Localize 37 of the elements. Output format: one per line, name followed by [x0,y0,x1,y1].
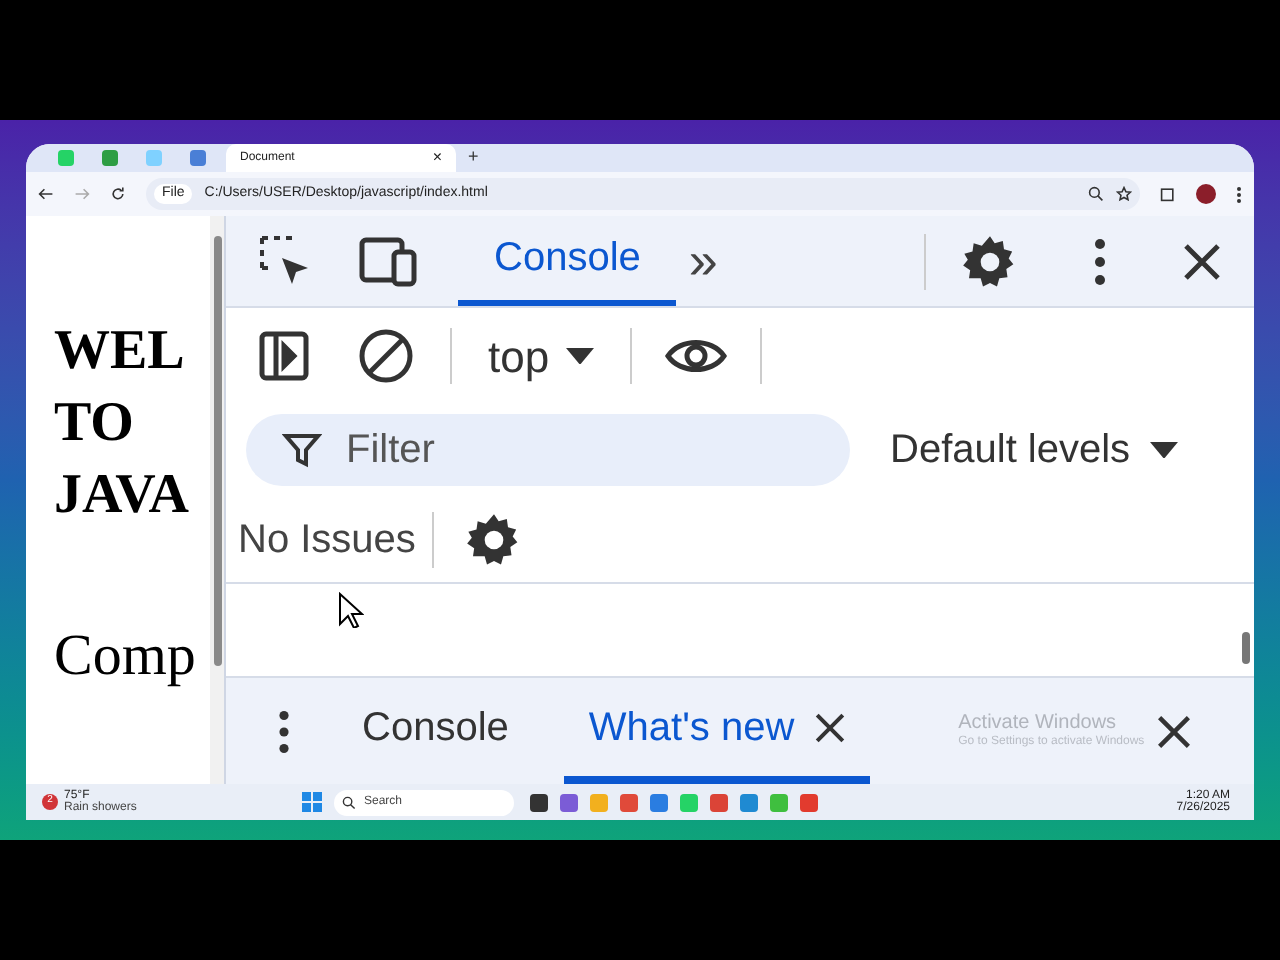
sidebar-icon[interactable] [258,330,310,382]
filter-field[interactable]: Filter [246,414,850,486]
drawer-tab[interactable]: Console [338,678,533,784]
activation-title: Activate Windows [958,711,1119,735]
zoom-icon[interactable] [1088,186,1104,202]
context-dropdown[interactable]: top [488,323,594,389]
caret-icon [1150,441,1179,459]
scrollbar-thumb[interactable] [1242,632,1250,664]
issues-label: No Issues [238,515,416,565]
close-icon[interactable] [814,711,847,743]
page-paragraph: Comp [54,622,196,692]
start-icon[interactable] [302,792,322,812]
menu-icon[interactable] [1236,185,1242,203]
clear-icon[interactable] [358,328,414,384]
settings-icon[interactable] [465,511,522,567]
page-heading: WEL TO JAVA [54,318,189,530]
star-icon[interactable] [1116,186,1132,202]
tab-close-button[interactable]: × [432,146,442,170]
mouse-cursor-icon [338,592,364,628]
filter-icon [282,430,322,470]
search-icon [342,795,356,809]
reload-icon[interactable] [110,186,126,202]
close-icon[interactable] [1156,713,1193,749]
caret-icon [565,347,594,365]
new-tab-button[interactable]: + [468,144,479,172]
levels-dropdown[interactable]: Default levels [890,420,1179,480]
back-icon[interactable] [38,186,54,202]
more-tabs-button[interactable]: » [688,222,718,300]
more-options-icon[interactable] [278,709,290,753]
device-icon[interactable] [358,235,418,287]
close-icon[interactable] [1182,241,1222,281]
eye-icon[interactable] [663,334,728,378]
scrollbar-thumb[interactable] [213,236,221,666]
settings-icon[interactable] [962,233,1018,289]
taskbar-app-icon[interactable] [530,793,548,811]
more-options-icon[interactable] [1094,237,1106,285]
avatar-icon[interactable] [1196,184,1216,204]
